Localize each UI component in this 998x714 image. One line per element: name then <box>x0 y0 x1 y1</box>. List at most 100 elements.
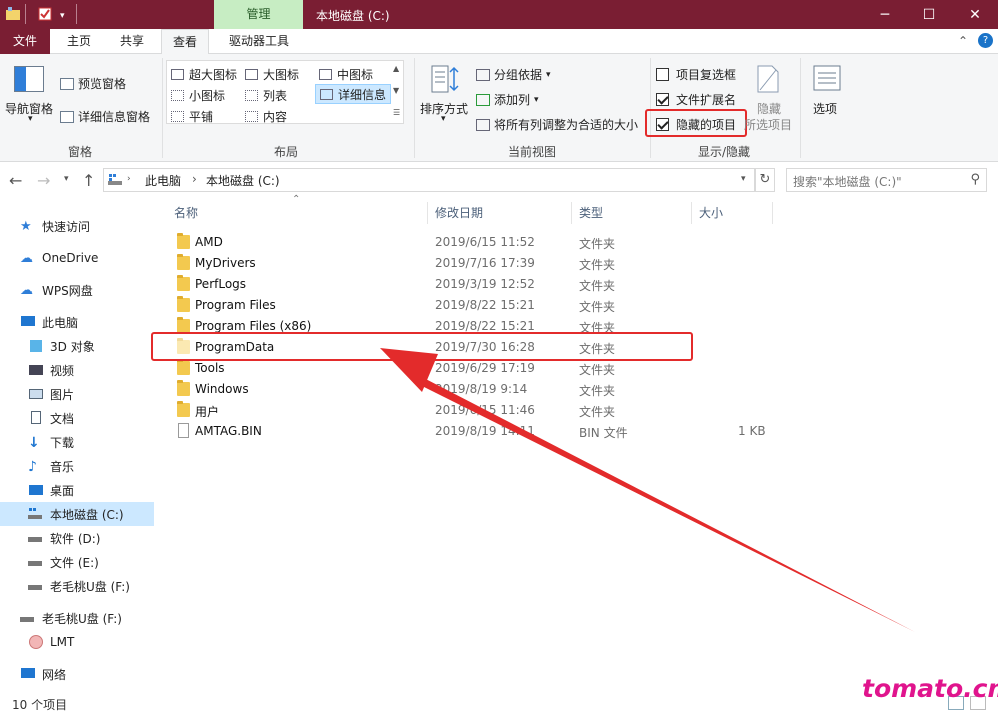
group-by-button[interactable]: 分组依据 ▾ <box>476 66 551 83</box>
preview-pane-button[interactable]: 预览窗格 <box>60 75 126 92</box>
nav-item-local-disk-c[interactable]: 本地磁盘 (C:) <box>0 502 154 526</box>
navigation-pane: ★ 快速访问 ☁ OneDrive ☁ WPS网盘 此电脑 3D 对象 视频 图片 文… <box>0 198 160 692</box>
search-placeholder: 搜索"本地磁盘 (C:)" <box>793 175 902 189</box>
nav-item-videos[interactable]: 视频 <box>0 358 154 382</box>
breadcrumb-chevron-icon[interactable]: › <box>192 172 197 186</box>
nav-item-wps-cloud[interactable]: ☁ WPS网盘 <box>0 278 154 302</box>
maximize-button[interactable]: ☐ <box>906 0 952 29</box>
tab-file[interactable]: 文件 <box>0 29 50 54</box>
hide-selected-label: 所选项目 <box>744 118 793 132</box>
refresh-button[interactable]: ↻ <box>755 168 775 192</box>
layout-extra-large-icons[interactable]: 超大图标 <box>171 66 237 83</box>
file-extensions-checkbox[interactable] <box>656 93 669 106</box>
sort-by-dropdown-icon[interactable]: ▾ <box>441 114 446 124</box>
medium-icons-icon <box>319 69 332 80</box>
nav-label: 老毛桃U盘 (F:) <box>50 579 130 594</box>
close-button[interactable]: ✕ <box>952 0 998 29</box>
gallery-more-icon[interactable]: ☰ <box>393 108 400 117</box>
manage-context-tab[interactable]: 管理 <box>214 0 303 29</box>
panes-group-label: 窗格 <box>67 145 92 159</box>
nav-item-onedrive[interactable]: ☁ OneDrive <box>0 246 154 270</box>
tab-drive-tools[interactable]: 驱动器工具 <box>216 29 302 54</box>
nav-item-network[interactable]: 网络 <box>0 662 154 686</box>
tab-share[interactable]: 共享 <box>109 29 155 54</box>
hide-selected-button[interactable]: 隐藏 <box>757 100 781 117</box>
search-input[interactable]: 搜索"本地磁盘 (C:)" ⚲ <box>786 168 987 192</box>
nav-item-usb-f[interactable]: 老毛桃U盘 (F:) <box>0 574 154 598</box>
nav-item-lmt[interactable]: LMT <box>0 630 154 654</box>
layout-large-icons[interactable]: 大图标 <box>245 66 299 83</box>
details-pane-label: 详细信息窗格 <box>78 110 151 124</box>
breadcrumb-local-disk[interactable]: 本地磁盘 (C:) <box>206 172 280 189</box>
nav-label: 老毛桃U盘 (F:) <box>42 611 122 626</box>
item-check-boxes-toggle[interactable]: 项目复选框 <box>656 66 736 83</box>
nav-item-usb-f-root[interactable]: 老毛桃U盘 (F:) <box>0 606 154 630</box>
preview-pane-icon <box>60 77 74 90</box>
nav-item-drive-d[interactable]: 软件 (D:) <box>0 526 154 550</box>
star-icon: ★ <box>20 219 32 234</box>
nav-pane-dropdown-icon[interactable]: ▾ <box>28 114 33 124</box>
minimize-button[interactable]: ─ <box>862 0 908 29</box>
layout-tiles[interactable]: 平铺 <box>171 108 213 125</box>
nav-item-pictures[interactable]: 图片 <box>0 382 154 406</box>
nav-item-this-pc[interactable]: 此电脑 <box>0 310 154 334</box>
help-icon[interactable]: ? <box>978 33 993 48</box>
nav-item-3d-objects[interactable]: 3D 对象 <box>0 334 154 358</box>
nav-label: LMT <box>50 635 75 649</box>
layout-content[interactable]: 内容 <box>245 108 287 125</box>
layout-details[interactable]: 详细信息 <box>315 84 392 104</box>
nav-item-documents[interactable]: 文档 <box>0 406 154 430</box>
layout-list[interactable]: 列表 <box>245 87 287 104</box>
nav-item-quick-access[interactable]: ★ 快速访问 <box>0 214 154 238</box>
layout-label: 内容 <box>263 110 288 124</box>
address-bar[interactable] <box>103 168 755 192</box>
breadcrumb-chevron-icon[interactable]: › <box>127 174 131 184</box>
show-hide-group-label: 显示/隐藏 <box>697 145 751 159</box>
back-button[interactable]: ← <box>9 171 22 190</box>
music-icon: ♪ <box>28 459 37 475</box>
tab-view[interactable]: 查看 <box>161 29 209 55</box>
recent-locations-icon[interactable]: ▾ <box>64 174 69 184</box>
nav-label: OneDrive <box>42 251 99 265</box>
content-icon <box>245 111 258 122</box>
nav-label: 视频 <box>50 363 75 378</box>
breadcrumb-this-pc[interactable]: 此电脑 <box>145 172 181 189</box>
annotation-arrow <box>380 348 915 632</box>
title-bar: ▾ 管理 本地磁盘 (C:) ─ ☐ ✕ <box>0 0 998 29</box>
layout-label: 中图标 <box>337 68 374 82</box>
file-name-extensions-toggle[interactable]: 文件扩展名 <box>656 91 736 108</box>
layout-small-icons[interactable]: 小图标 <box>171 87 225 104</box>
add-columns-dropdown-icon: ▾ <box>534 94 539 105</box>
nav-item-desktop[interactable]: 桌面 <box>0 478 154 502</box>
add-columns-button[interactable]: 添加列 ▾ <box>476 91 539 108</box>
divider <box>162 58 163 158</box>
up-button[interactable]: ↑ <box>82 171 95 190</box>
options-button[interactable]: 选项 <box>813 100 837 117</box>
gallery-up-icon[interactable]: ▲ <box>393 64 399 73</box>
current-view-group-label: 当前视图 <box>507 145 556 159</box>
nav-item-downloads[interactable]: ↓ 下载 <box>0 430 154 454</box>
explorer-icon[interactable] <box>6 7 20 21</box>
gallery-down-icon[interactable]: ▼ <box>393 86 399 95</box>
video-icon <box>28 363 44 377</box>
details-pane-button[interactable]: 详细信息窗格 <box>60 108 150 125</box>
address-dropdown-icon[interactable]: ▾ <box>741 174 746 184</box>
forward-button[interactable]: → <box>37 171 50 190</box>
quick-access-dropdown-icon[interactable]: ▾ <box>60 11 65 21</box>
network-icon <box>20 667 36 681</box>
layout-medium-icons[interactable]: 中图标 <box>319 66 373 83</box>
nav-label: 快速访问 <box>42 219 91 234</box>
properties-icon[interactable] <box>38 7 52 21</box>
drive-icon <box>28 555 44 569</box>
tab-home[interactable]: 主页 <box>56 29 102 54</box>
item-check-boxes-checkbox[interactable] <box>656 68 669 81</box>
size-all-columns-button[interactable]: 将所有列调整为合适的大小 <box>476 116 638 133</box>
layout-label: 超大图标 <box>189 68 238 82</box>
search-icon[interactable]: ⚲ <box>970 172 980 187</box>
item-count: 10 个项目 <box>12 698 68 712</box>
nav-item-drive-e[interactable]: 文件 (E:) <box>0 550 154 574</box>
nav-item-music[interactable]: ♪ 音乐 <box>0 454 154 478</box>
collapse-ribbon-icon[interactable]: ⌃ <box>958 34 968 48</box>
divider <box>650 58 651 158</box>
status-bar: 10 个项目 <box>0 692 998 714</box>
